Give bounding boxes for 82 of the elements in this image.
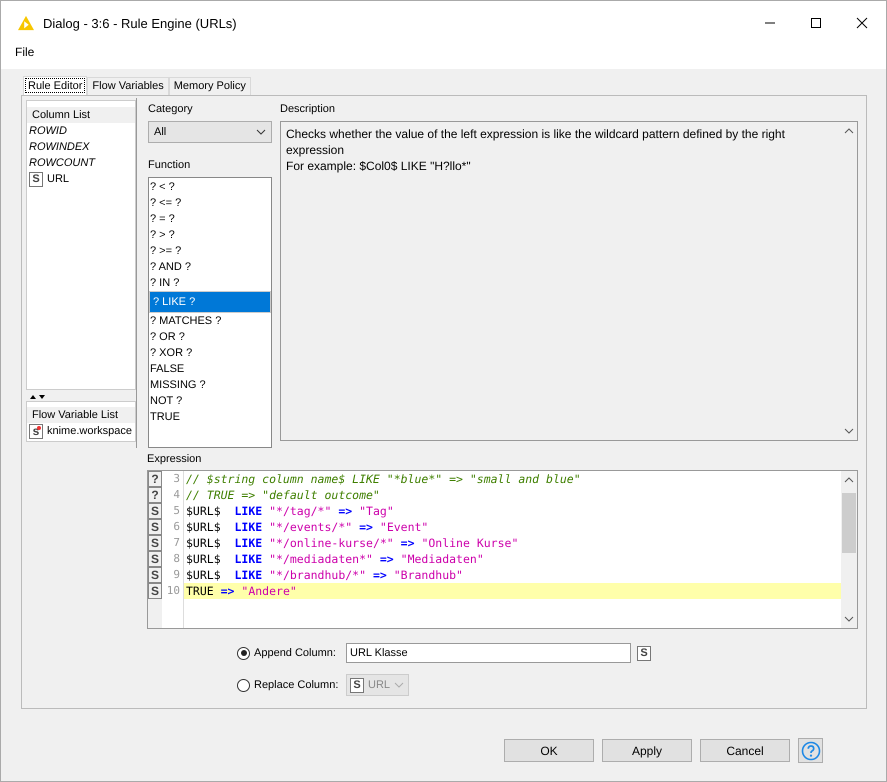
line-type-icon: S	[148, 519, 162, 535]
splitter-arrows-icon[interactable]	[28, 394, 48, 400]
window-title: Dialog - 3:6 - Rule Engine (URLs)	[43, 16, 237, 30]
chevron-down-icon	[256, 129, 266, 135]
maximize-icon[interactable]	[810, 17, 822, 29]
list-item[interactable]: ROWINDEX	[29, 141, 90, 153]
chevron-down-icon	[394, 682, 404, 688]
tab[interactable]: Flow Variables	[87, 77, 169, 95]
function-item[interactable]: ? > ?	[149, 227, 271, 243]
dropdown-value: URL	[368, 679, 390, 691]
line-type-icon: S	[148, 567, 162, 583]
list-item[interactable]: knime.workspace	[47, 425, 132, 437]
function-item[interactable]: ? XOR ?	[149, 345, 271, 361]
scrollbar[interactable]	[841, 471, 857, 628]
expression-editor[interactable]	[147, 470, 858, 629]
function-item[interactable]: NOT ?	[149, 393, 271, 409]
dialog-button[interactable]: OK	[504, 739, 594, 762]
line-number: 6	[162, 519, 184, 535]
flow-variable-icon: s	[29, 424, 43, 438]
function-item[interactable]: ? = ?	[149, 211, 271, 227]
dialog-button[interactable]: Apply	[602, 739, 692, 762]
line-number: 4	[162, 487, 184, 503]
code-line: $URL$ LIKE "*/events/*" => "Event"	[185, 519, 430, 535]
line-type-icon: S	[148, 551, 162, 567]
description-text: For example: $Col0$ LIKE "H?llo*"	[286, 158, 472, 174]
code-line: // TRUE => "default outcome"	[185, 487, 381, 503]
list-item[interactable]: URL	[47, 173, 70, 185]
function-item[interactable]: ? AND ?	[149, 259, 271, 275]
line-number: 8	[162, 551, 184, 567]
function-item[interactable]: FALSE	[149, 361, 271, 377]
line-number: 5	[162, 503, 184, 519]
code-line: $URL$ LIKE "*/tag/*" => "Tag"	[185, 503, 395, 519]
category-dropdown[interactable]: All	[148, 121, 272, 143]
scroll-thumb[interactable]	[842, 493, 856, 553]
function-item[interactable]: ? < ?	[149, 179, 271, 195]
line-number: 3	[162, 471, 184, 487]
function-item[interactable]: ? MATCHES ?	[149, 313, 271, 329]
function-item[interactable]: ? >= ?	[149, 243, 271, 259]
tab[interactable]: Memory Policy	[168, 77, 251, 95]
function-item[interactable]: ? IN ?	[149, 275, 271, 291]
line-type-icon: ?	[148, 471, 162, 487]
help-icon	[800, 740, 820, 760]
function-item[interactable]: ? LIKE ?	[149, 291, 271, 313]
menu-item[interactable]: File	[15, 45, 34, 59]
line-number: 7	[162, 535, 184, 551]
description-label: Description	[280, 103, 336, 115]
list-item[interactable]: ROWID	[29, 125, 67, 137]
line-type-icon: S	[148, 583, 162, 599]
close-icon[interactable]	[856, 17, 868, 29]
help-button[interactable]	[798, 738, 823, 763]
warning-triangle-icon	[17, 15, 35, 31]
radio-label[interactable]: Append Column:	[254, 647, 346, 659]
editor-gutter	[148, 599, 184, 628]
function-label: Function	[148, 159, 192, 171]
category-label: Category	[148, 103, 194, 115]
scroll-up-icon[interactable]	[844, 477, 854, 483]
function-item[interactable]: ? OR ?	[149, 329, 271, 345]
list-title: Flow Variable List	[27, 407, 135, 423]
expression-label: Expression	[147, 453, 202, 465]
line-type-icon: ?	[148, 487, 162, 503]
dialog-button[interactable]: Cancel	[700, 739, 790, 762]
function-item[interactable]: MISSING ?	[149, 377, 271, 393]
tab[interactable]: Rule Editor	[23, 76, 88, 95]
code-line: // $string column name$ LIKE "*blue*" => "small and blue"	[185, 471, 582, 487]
line-type-icon: S	[148, 535, 162, 551]
line-type-icon: S	[148, 503, 162, 519]
code-line: $URL$ LIKE "*/brandhub/*" => "Brandhub"	[185, 567, 464, 583]
function-item[interactable]: TRUE	[149, 409, 271, 425]
list-title: Column List	[27, 107, 135, 123]
description-text: Checks whether the value of the left expression is like the wildcard pattern defined by the right expression	[286, 126, 786, 158]
scroll-down-icon[interactable]	[844, 616, 854, 622]
scroll-down-icon[interactable]	[844, 428, 854, 434]
string-type-icon: S	[350, 678, 364, 692]
column-name-field[interactable]: URL Klasse	[346, 643, 631, 663]
string-type-icon: S	[29, 172, 43, 186]
function-item[interactable]: ? <= ?	[149, 195, 271, 211]
string-type-icon: S	[637, 646, 651, 660]
code-line: $URL$ LIKE "*/mediadaten*" => "Mediadaten"	[185, 551, 485, 567]
scroll-up-icon[interactable]	[844, 128, 854, 134]
radio-button[interactable]	[237, 646, 250, 660]
list-item[interactable]: ROWCOUNT	[29, 157, 95, 169]
code-line: $URL$ LIKE "*/online-kurse/*" => "Online Kurse"	[185, 535, 520, 551]
